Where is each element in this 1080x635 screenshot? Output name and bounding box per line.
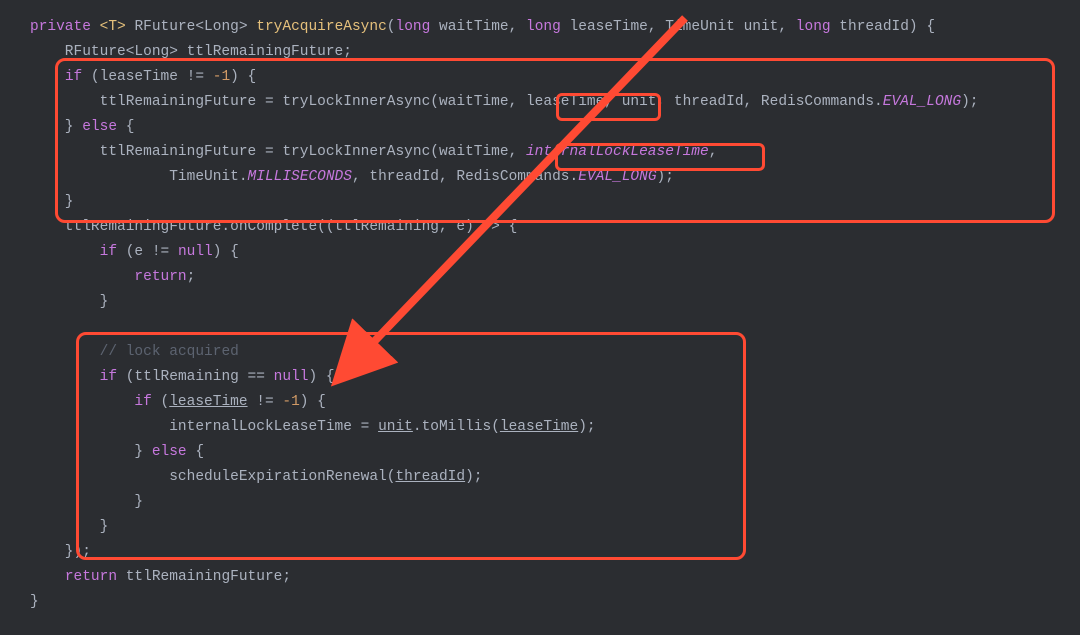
keyword-else: else xyxy=(152,444,187,460)
keyword-if: if xyxy=(100,369,117,385)
code: } xyxy=(30,119,82,135)
code-line: }); xyxy=(30,544,91,560)
code: .toMillis( xyxy=(413,419,500,435)
paren: ( xyxy=(387,19,396,35)
indent xyxy=(30,69,65,85)
indent xyxy=(30,269,134,285)
code: ttlRemainingFuture; xyxy=(117,569,291,585)
constant: EVAL_LONG xyxy=(578,169,656,185)
keyword-private: private xyxy=(30,19,91,35)
code-line: } xyxy=(30,594,39,610)
code: } xyxy=(30,444,152,460)
keyword-else: else xyxy=(82,119,117,135)
field-ref: internalLockLeaseTime xyxy=(526,144,709,160)
code: ; xyxy=(187,269,196,285)
return-type: RFuture<Long> xyxy=(134,19,247,35)
code: ); xyxy=(465,469,482,485)
code: ) { xyxy=(300,394,326,410)
code: ) { xyxy=(230,69,256,85)
keyword-return: return xyxy=(134,269,186,285)
comment: // lock acquired xyxy=(100,344,239,360)
code: ); xyxy=(657,169,674,185)
code-block: private <T> RFuture<Long> tryAcquireAsyn… xyxy=(30,15,1050,615)
indent xyxy=(30,569,65,585)
code-line: RFuture<Long> ttlRemainingFuture; xyxy=(30,44,352,60)
code: ); xyxy=(961,94,978,110)
code: internalLockLeaseTime = xyxy=(30,419,378,435)
param: waitTime, xyxy=(430,19,526,35)
keyword-null: null xyxy=(178,244,213,260)
indent xyxy=(30,369,100,385)
code: (ttlRemaining == xyxy=(117,369,274,385)
code: ) { xyxy=(213,244,239,260)
method-name: tryAcquireAsync xyxy=(256,19,387,35)
code-line: } xyxy=(30,194,74,210)
code-line: } xyxy=(30,519,108,535)
code: != xyxy=(248,394,283,410)
keyword-if: if xyxy=(65,69,82,85)
code: , threadId, RedisCommands. xyxy=(352,169,578,185)
keyword-long: long xyxy=(526,19,561,35)
keyword-if: if xyxy=(134,394,151,410)
code: (leaseTime != xyxy=(82,69,213,85)
indent xyxy=(30,244,100,260)
code: { xyxy=(117,119,134,135)
code: , xyxy=(709,144,718,160)
number: -1 xyxy=(282,394,299,410)
keyword-long: long xyxy=(796,19,831,35)
keyword-long: long xyxy=(396,19,431,35)
constant: MILLISECONDS xyxy=(248,169,352,185)
var-ref: unit xyxy=(378,419,413,435)
indent xyxy=(30,344,100,360)
param: leaseTime, TimeUnit unit, xyxy=(561,19,796,35)
var-ref: leaseTime xyxy=(169,394,247,410)
code-line: ttlRemainingFuture.onComplete((ttlRemain… xyxy=(30,219,517,235)
code: TimeUnit. xyxy=(30,169,248,185)
type-param: <T> xyxy=(100,19,126,35)
code: { xyxy=(187,444,204,460)
code: ( xyxy=(152,394,169,410)
number: -1 xyxy=(213,69,230,85)
code: scheduleExpirationRenewal( xyxy=(30,469,395,485)
code-line: } xyxy=(30,294,108,310)
code: ); xyxy=(578,419,595,435)
code: (e != xyxy=(117,244,178,260)
var-ref: leaseTime xyxy=(500,419,578,435)
code: ) { xyxy=(308,369,334,385)
code-line: ttlRemainingFuture = tryLockInnerAsync(w… xyxy=(30,94,883,110)
keyword-null: null xyxy=(274,369,309,385)
indent xyxy=(30,394,134,410)
code-line: ttlRemainingFuture = tryLockInnerAsync(w… xyxy=(30,144,526,160)
constant: EVAL_LONG xyxy=(883,94,961,110)
var-ref: threadId xyxy=(395,469,465,485)
keyword-if: if xyxy=(100,244,117,260)
code-line: } xyxy=(30,494,143,510)
keyword-return: return xyxy=(65,569,117,585)
param: threadId) { xyxy=(831,19,935,35)
